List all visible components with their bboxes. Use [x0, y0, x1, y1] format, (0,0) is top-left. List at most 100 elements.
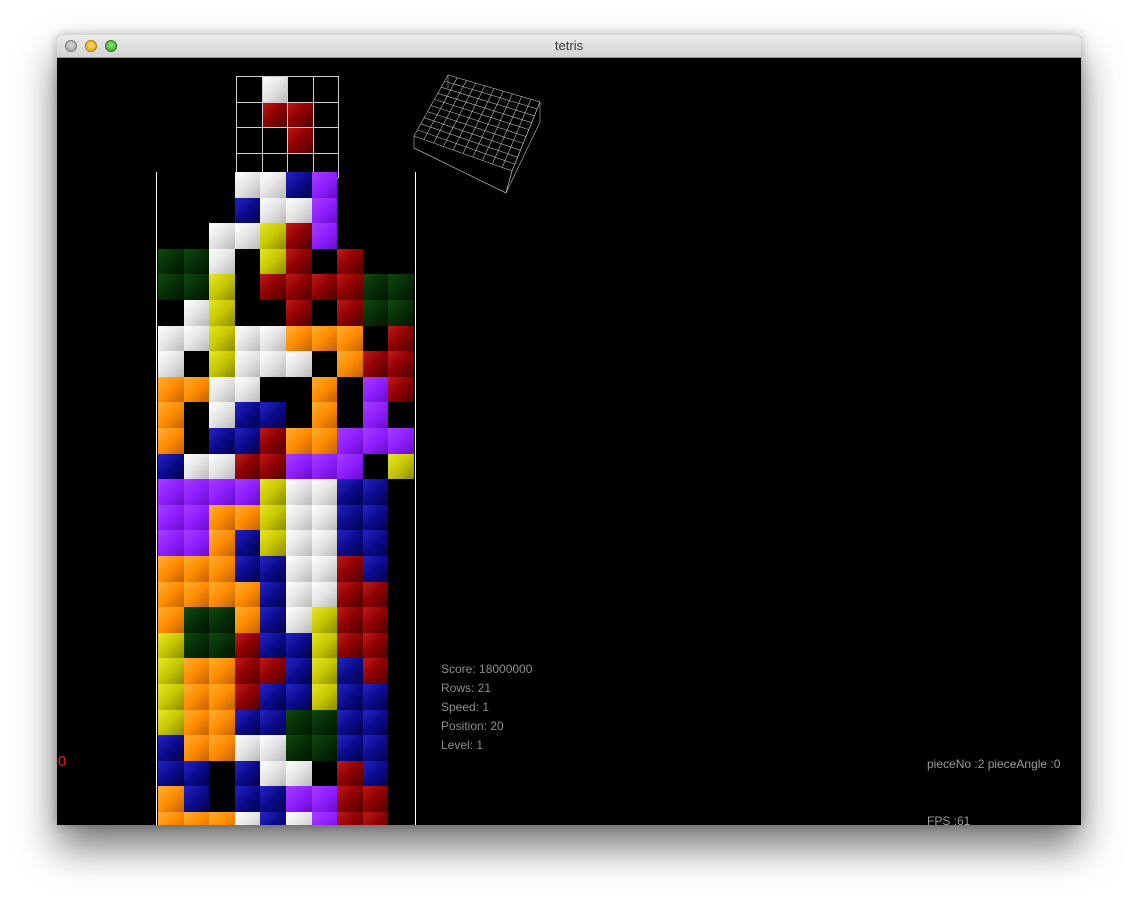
board-purple-block [311, 812, 338, 825]
board-white-block [286, 760, 312, 787]
board-red-block [337, 607, 363, 633]
board-blue-block [337, 530, 363, 556]
board-green-block [286, 735, 312, 761]
board-purple-block [311, 453, 338, 480]
board-orange-block [158, 607, 184, 633]
board-green-block [362, 274, 389, 300]
board-purple-block [311, 786, 338, 812]
board-wall-left [156, 172, 157, 825]
board-orange-block [158, 428, 184, 454]
board-red-block [234, 632, 261, 659]
board-white-block [260, 325, 286, 352]
board-yellow-block [209, 300, 235, 326]
board-green-block [183, 632, 210, 659]
board-white-block [260, 760, 286, 787]
board-white-block [311, 504, 338, 531]
board-red-block [337, 786, 363, 812]
rows-label: Rows: 21 [441, 681, 492, 695]
board-red-block [260, 658, 286, 684]
board-orange-block [311, 325, 338, 352]
next-piece-white-block [261, 76, 288, 102]
board-purple-block [158, 504, 184, 531]
board-white-block [209, 453, 235, 480]
board-orange-block [234, 581, 261, 608]
board-orange-block [209, 504, 235, 531]
app-window: tetris Score: 18000000 Rows: 21 Speed: 1… [57, 35, 1081, 825]
board-blue-block [183, 760, 210, 787]
board-blue-block [337, 658, 363, 684]
board-orange-block [311, 376, 338, 403]
board-white-block [183, 325, 210, 352]
board-blue-block [260, 632, 286, 659]
board-red-block [337, 812, 363, 825]
board-blue-block [362, 556, 389, 582]
board-blue-block [234, 760, 261, 787]
score-label: Score: 18000000 [441, 662, 533, 676]
board-purple-block [362, 376, 389, 403]
board-yellow-block [260, 248, 286, 275]
board-blue-block [362, 530, 389, 556]
board-purple-block [337, 453, 363, 480]
board-white-block [286, 351, 312, 377]
board-green-block [388, 300, 414, 326]
board-orange-block [183, 658, 210, 684]
board-blue-block [234, 530, 261, 556]
board-purple-block [209, 479, 235, 505]
board-blue-block [260, 581, 286, 608]
board-red-block [337, 300, 363, 326]
speed-label: Speed: 1 [441, 700, 490, 714]
board-orange-block [234, 504, 261, 531]
board-white-block [234, 376, 261, 403]
board-red-block [286, 223, 312, 249]
board-yellow-block [388, 453, 414, 480]
board-blue-block [234, 709, 261, 736]
board-green-block [311, 735, 338, 761]
board-red-block [388, 325, 414, 352]
board-white-block [286, 479, 312, 505]
board-white-block [286, 812, 312, 825]
board-orange-block [183, 812, 210, 825]
board-red-block [337, 556, 363, 582]
board-blue-block [362, 479, 389, 505]
board-white-block [286, 197, 312, 224]
board-red-block [362, 632, 389, 659]
board-green-block [158, 274, 184, 300]
board-blue-block [209, 428, 235, 454]
board-yellow-block [260, 223, 286, 249]
board-white-block [260, 735, 286, 761]
board-white-block [311, 530, 338, 556]
board-blue-block [234, 556, 261, 582]
board-blue-block [286, 632, 312, 659]
board-wall-right [415, 172, 416, 825]
board-green-block [209, 607, 235, 633]
board-green-block [158, 248, 184, 275]
board-green-block [388, 274, 414, 300]
board-white-block [158, 325, 184, 352]
preview-grid-line [338, 76, 340, 179]
board-green-block [311, 709, 338, 736]
wireframe-cube-icon [413, 74, 541, 194]
board-red-block [337, 632, 363, 659]
board-green-block [286, 709, 312, 736]
board-white-block [183, 300, 210, 326]
board-orange-block [209, 581, 235, 608]
board-yellow-block [311, 658, 338, 684]
board-blue-block [158, 735, 184, 761]
board-white-block [286, 556, 312, 582]
board-white-block [286, 581, 312, 608]
board-white-block [234, 223, 261, 249]
board-blue-block [362, 504, 389, 531]
board-orange-block [158, 581, 184, 608]
cube-grid-line [501, 99, 532, 168]
board-blue-block [158, 760, 184, 787]
game-canvas[interactable]: Score: 18000000 Rows: 21 Speed: 1 Positi… [57, 58, 1081, 825]
board-orange-block [183, 376, 210, 403]
board-blue-block [234, 428, 261, 454]
board-blue-block [260, 607, 286, 633]
board-orange-block [183, 684, 210, 710]
board-white-block [234, 351, 261, 377]
board-orange-block [286, 428, 312, 454]
board-red-block [362, 351, 389, 377]
board-yellow-block [158, 632, 184, 659]
board-yellow-block [209, 325, 235, 352]
